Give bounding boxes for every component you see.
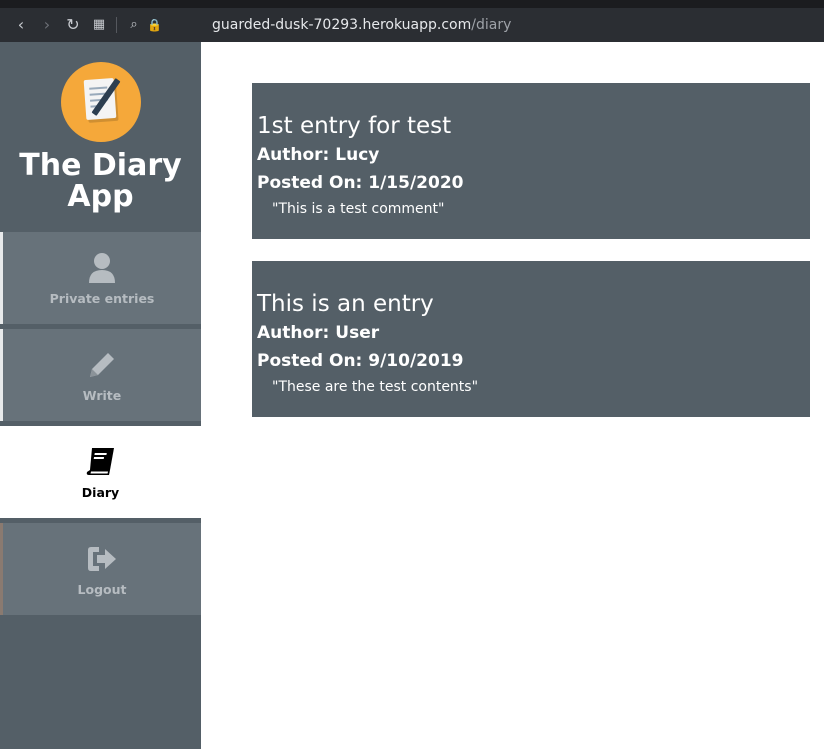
brand-header: The Diary App: [0, 42, 201, 232]
entry-comment: "This is a test comment": [272, 201, 445, 217]
entry-title: 1st entry for test: [257, 113, 452, 139]
entry-author: Author: Lucy: [257, 145, 380, 165]
app-title: The Diary App: [0, 150, 201, 212]
back-icon[interactable]: ‹: [8, 8, 34, 42]
sidebar-item-label: Diary: [81, 484, 120, 500]
diary-entry-card: This is an entry Author: User Posted On:…: [252, 261, 810, 417]
sidebar-item-write[interactable]: Write: [0, 329, 201, 421]
sidebar-item-diary[interactable]: Diary: [0, 426, 201, 518]
app-title-line1: The Diary: [19, 148, 182, 183]
entry-posted-date: Posted On: 9/10/2019: [257, 351, 464, 371]
forward-icon[interactable]: ›: [34, 8, 60, 42]
entry-posted-date: Posted On: 1/15/2020: [257, 173, 464, 193]
sidebar-item-logout[interactable]: Logout: [0, 523, 201, 615]
sidebar-item-label: Logout: [77, 581, 127, 597]
browser-toolbar: ‹ › ↻ ▦ ⌕ 🔒 guarded-dusk-70293.herokuapp…: [0, 0, 824, 42]
zoom-icon[interactable]: ⌕: [121, 8, 147, 42]
app-title-line2: App: [67, 179, 134, 214]
entry-author: Author: User: [257, 323, 380, 343]
toolbar-divider: [116, 17, 117, 33]
diary-entry-card: 1st entry for test Author: Lucy Posted O…: [252, 83, 810, 239]
sign-out-icon: [85, 542, 119, 576]
diary-logo-icon: [60, 62, 141, 142]
pencil-icon: [86, 348, 118, 382]
entry-title: This is an entry: [257, 291, 434, 317]
url-host: guarded-dusk-70293.herokuapp.com: [212, 17, 472, 33]
url-path: /diary: [471, 17, 512, 33]
user-icon: [87, 251, 117, 285]
reload-icon[interactable]: ↻: [60, 8, 86, 42]
book-icon: [84, 445, 118, 479]
entry-comment: "These are the test contents": [272, 379, 479, 395]
lock-icon: 🔒: [147, 18, 162, 32]
sidebar-item-private-entries[interactable]: Private entries: [0, 232, 201, 324]
sidebar-item-label: Write: [82, 387, 122, 403]
address-bar[interactable]: guarded-dusk-70293.herokuapp.com/diary: [212, 8, 511, 42]
sidebar-item-label: Private entries: [49, 290, 155, 306]
tabs-grid-icon[interactable]: ▦: [86, 8, 112, 42]
sidebar: The Diary App Private entries Write Diar…: [0, 42, 201, 749]
